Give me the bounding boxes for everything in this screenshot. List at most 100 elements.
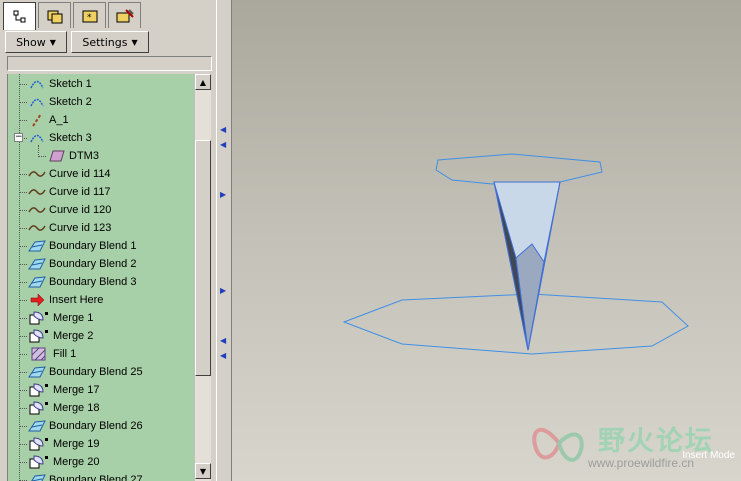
tree-item[interactable]: Insert Here [28,291,103,309]
watermark-brand-text: 野火论坛 [598,426,714,457]
fill-icon [28,346,50,362]
tab-model-tree[interactable] [3,2,36,30]
tab-folder-browser[interactable] [38,2,71,28]
tree-column-header[interactable] [7,56,212,71]
tree-toolbar: Show ▼ Settings ▼ [5,31,153,53]
tree-item[interactable]: Boundary Blend 25 [28,363,143,381]
butterfly-logo-icon [532,427,584,462]
graphics-viewport[interactable]: Insert Mode [232,0,741,481]
tree-item-label: Curve id 114 [49,168,111,180]
tree-vertical-scrollbar[interactable]: ▲ ▼ [194,74,211,481]
bottom-octagon-curve [342,293,689,355]
tree-item[interactable]: Fill 1 [28,345,76,363]
scrollbar-thumb[interactable] [195,140,211,376]
panel-splitter[interactable]: ◀ ◀ ▶ ▶ ◀ ◀ [216,0,232,481]
tree-item[interactable]: Curve id 114 [28,165,111,183]
tree-item-label: Boundary Blend 26 [49,420,143,432]
scroll-up-button[interactable]: ▲ [195,74,211,90]
tree-item-label: Curve id 117 [49,186,111,198]
model-tree-icon [13,10,25,22]
tree-item[interactable]: DTM3 [48,147,99,165]
tree-branch-line [19,426,27,427]
tree-branch-line [19,282,27,283]
axis-icon [28,112,46,128]
collapse-left-icon[interactable]: ◀ [220,351,226,360]
tree-item-label: Merge 17 [53,384,100,396]
sketch-icon [28,94,46,110]
settings-label: Settings [82,35,128,49]
tree-item-label: A_1 [49,114,69,126]
tree-item[interactable]: Merge 19 [28,435,99,453]
tree-item-label: Merge 2 [53,330,94,342]
show-button[interactable]: Show ▼ [5,31,67,53]
tree-branch-line [19,462,27,463]
tree-item[interactable]: Merge 17 [28,381,99,399]
tree-item[interactable]: A_1 [28,111,69,129]
tree-item[interactable]: Sketch 2 [28,93,92,111]
tree-item-label: DTM3 [69,150,99,162]
collapse-left-icon[interactable]: ◀ [220,125,226,134]
datum-plane-icon [48,148,66,164]
tree-branch-line [19,408,27,409]
tab-favorites[interactable]: * [73,2,106,28]
tree-branch-line [19,120,27,121]
tree-item[interactable]: Sketch 1 [28,75,92,93]
dropdown-arrow-icon: ▼ [49,37,56,47]
tree-item[interactable]: Boundary Blend 2 [28,255,136,273]
curve-icon [28,184,46,200]
merge-icon [28,436,50,452]
tree-branch-line [19,372,27,373]
merge-icon [28,400,50,416]
show-label: Show [16,35,46,49]
tree-item-label: Boundary Blend 2 [49,258,137,270]
scroll-down-button[interactable]: ▼ [195,463,211,479]
tree-item[interactable]: Merge 1 [28,309,93,327]
boundary-blend-icon [28,238,46,254]
collapse-left-icon[interactable]: ◀ [220,336,226,345]
tree-branch-line [19,390,27,391]
tree-item[interactable]: Boundary Blend 1 [28,237,136,255]
tree-branch-line [19,84,27,85]
merge-icon [28,310,50,326]
tree-item[interactable]: Curve id 117 [28,183,111,201]
insert-arrow-icon [28,292,46,308]
tree-item[interactable]: Boundary Blend 26 [28,417,143,435]
tree-item[interactable]: Merge 2 [28,327,93,345]
curve-icon [28,202,46,218]
model-tree-panel: * Show ▼ Settings ▼ Sketch 1 Sketch 2 A_1 Ske… [0,0,216,481]
tree-item-label: Sketch 1 [49,78,92,90]
tree-item[interactable]: Curve id 120 [28,201,111,219]
expand-right-icon[interactable]: ▶ [220,190,226,199]
watermark-url-text: www.proewildfire.cn [588,456,695,470]
tree-branch-line [38,156,46,157]
collapse-toggle-icon[interactable]: − [14,133,23,142]
merge-icon [28,382,50,398]
folder-browser-icon [47,10,62,23]
tree-item[interactable]: Boundary Blend 27 [28,471,143,481]
tree-item-label: Merge 19 [53,438,100,450]
tree-item[interactable]: Boundary Blend 3 [28,273,136,291]
boundary-blend-icon [28,364,46,380]
dropdown-arrow-icon: ▼ [131,37,138,47]
curve-icon [28,220,46,236]
tree-item-label: Boundary Blend 1 [49,240,137,252]
tree-branch-line [19,192,27,193]
collapse-left-icon[interactable]: ◀ [220,140,226,149]
tree-branch-line [19,102,27,103]
tree-item-label: Insert Here [49,294,104,306]
settings-button[interactable]: Settings ▼ [71,31,149,53]
model-geometry [342,153,689,355]
tree-item[interactable]: Merge 18 [28,399,99,417]
tree-item[interactable]: Curve id 123 [28,219,111,237]
arrow-up-icon: ▲ [199,77,207,87]
expand-right-icon[interactable]: ▶ [220,286,226,295]
connections-icon [116,8,134,22]
tree-item-label: Fill 1 [53,348,77,360]
tree-item-label: Merge 20 [53,456,100,468]
tree-item-label: Curve id 123 [49,222,112,234]
tree-branch-line [19,354,27,355]
tree-branch-line [19,300,27,301]
tree-item[interactable]: Merge 20 [28,453,99,471]
arrow-down-icon: ▼ [199,466,207,476]
tab-connections[interactable] [108,2,141,28]
